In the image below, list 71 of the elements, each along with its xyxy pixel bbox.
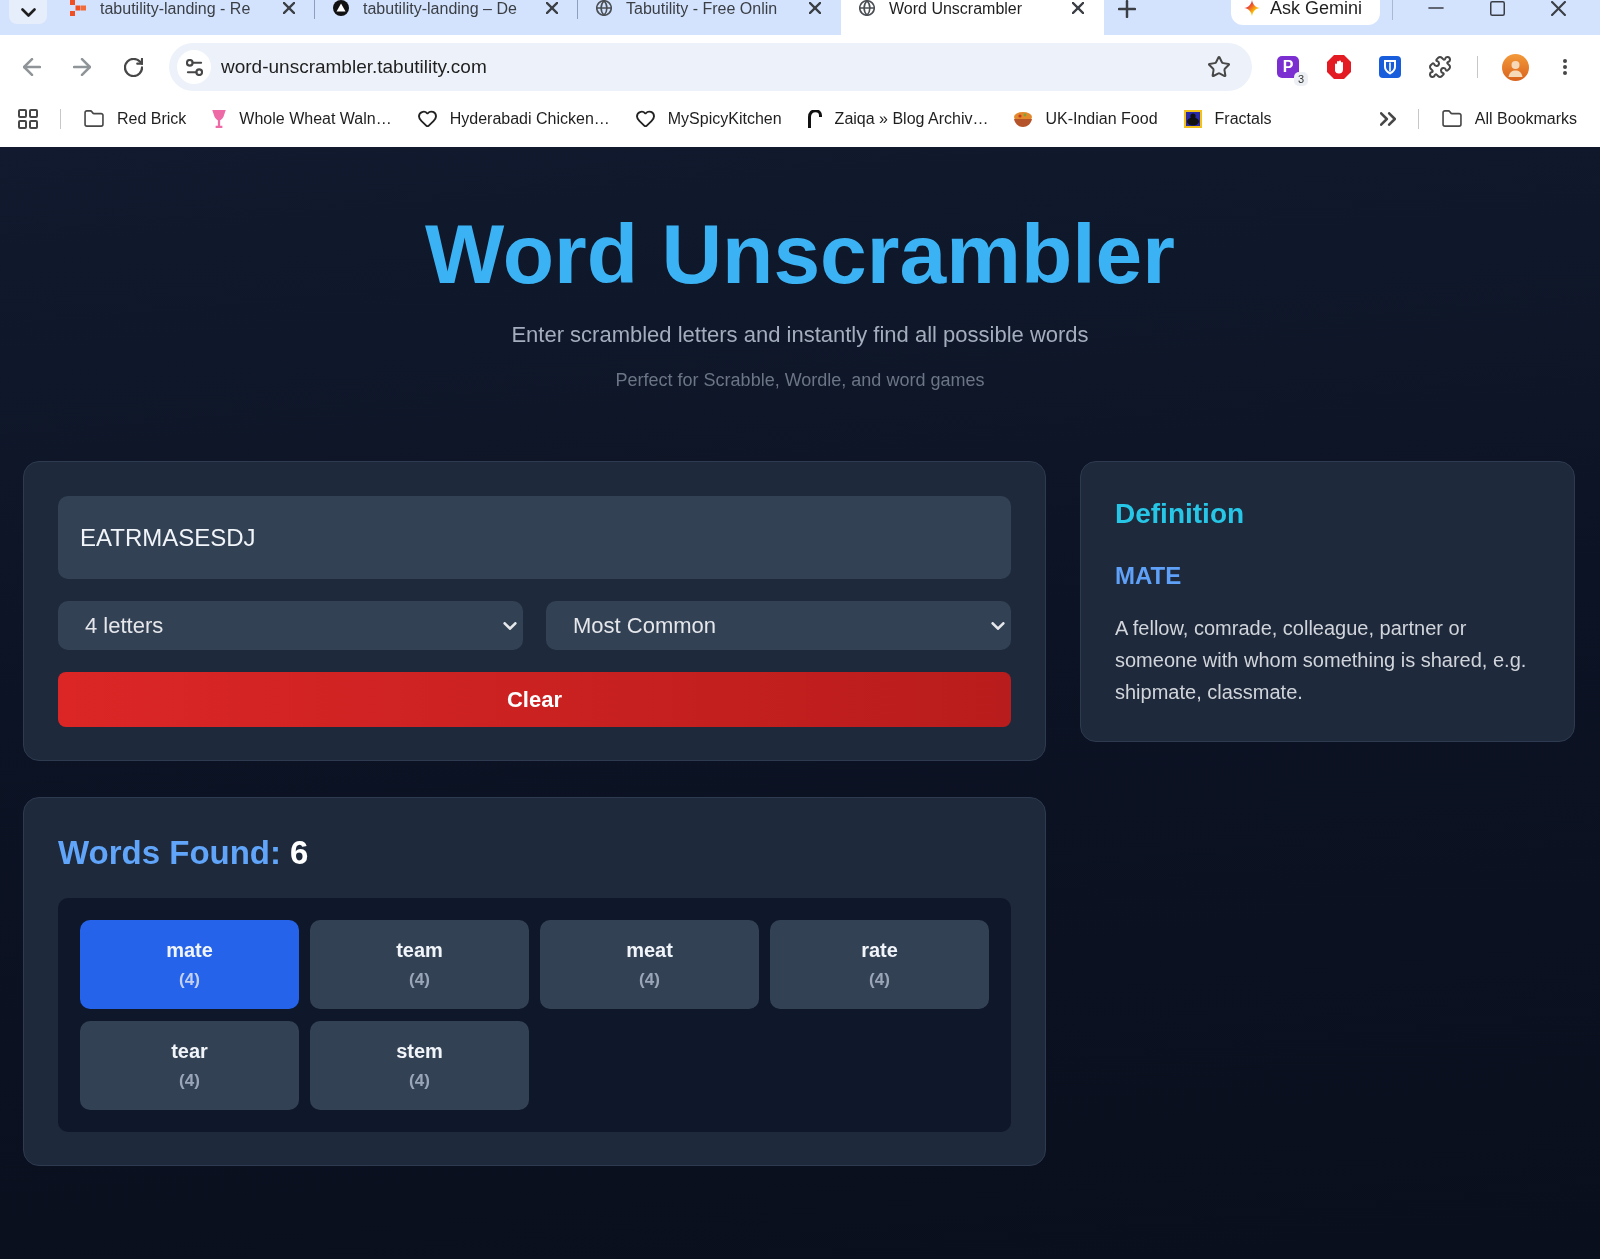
star-icon[interactable]: [1208, 56, 1230, 78]
avatar-icon[interactable]: [1502, 53, 1529, 81]
globe-icon: [596, 0, 612, 16]
bookmark-link[interactable]: Red Brick: [84, 109, 187, 128]
browser-tab[interactable]: tabutility-landing – De: [315, 0, 578, 35]
page-title: Word Unscrambler: [424, 206, 1176, 302]
sparkle-icon: [1244, 0, 1260, 16]
puzzle-icon[interactable]: [1429, 56, 1451, 78]
word-tile[interactable]: meat (4): [540, 920, 759, 1009]
results-count: 6: [290, 834, 309, 872]
bookmark-link[interactable]: MySpicyKitchen: [635, 109, 782, 128]
maximize-icon[interactable]: [1490, 1, 1506, 16]
tab-search-button[interactable]: [9, 0, 47, 24]
chevrons-right-icon[interactable]: [1379, 111, 1396, 126]
close-icon[interactable]: [283, 2, 295, 14]
fractal-icon: [1183, 109, 1202, 128]
sort-select[interactable]: Most Common: [546, 601, 1011, 650]
site-info-button[interactable]: [177, 50, 211, 84]
word-tile[interactable]: tear (4): [80, 1021, 299, 1110]
bookmark-link[interactable]: Hyderabadi Chicken…: [417, 109, 610, 128]
word-tile[interactable]: stem (4): [310, 1021, 529, 1110]
bookmark-link[interactable]: Zaiqa » Blog Archiv…: [807, 109, 989, 128]
address-field[interactable]: word-unscrambler.tabutility.com: [169, 43, 1252, 91]
subtitle: Enter scrambled letters and instantly find all possible words: [510, 321, 1090, 349]
browser-tab[interactable]: Tabutility - Free Onlin: [578, 0, 841, 35]
goblet-icon: [212, 109, 227, 128]
close-icon[interactable]: [546, 2, 558, 14]
folder-icon: [84, 110, 104, 127]
browser-tab[interactable]: Word Unscrambler: [841, 0, 1104, 35]
count-badge: 3: [1294, 72, 1308, 86]
more-icon[interactable]: [1563, 59, 1567, 75]
bowl-icon: [1014, 110, 1033, 127]
stop-hand-icon[interactable]: [1327, 55, 1351, 79]
heart-icon: [635, 110, 655, 127]
chevron-down-icon: [20, 7, 36, 17]
word-tile[interactable]: mate (4): [80, 920, 299, 1009]
close-icon[interactable]: [1551, 1, 1567, 16]
hook-icon: [807, 109, 822, 128]
folder-icon: [1441, 110, 1462, 127]
browser-tab[interactable]: tabutility-landing - Re: [52, 0, 315, 35]
minimize-icon[interactable]: [1428, 7, 1445, 9]
chevron-down-icon: [503, 621, 517, 630]
length-select[interactable]: 4 letters: [58, 601, 523, 650]
definition-text: A fellow, comrade, colleague, partner or someone with whom something is shared, e.g. shipmate, classmate.: [1115, 616, 1528, 705]
apps-grid-icon[interactable]: [18, 108, 38, 129]
results-label: Words Found:: [58, 834, 281, 872]
word-tile[interactable]: rate (4): [770, 920, 989, 1009]
globe-icon: [859, 0, 875, 16]
extension-button[interactable]: P: [1277, 56, 1299, 78]
heart-icon: [417, 110, 437, 127]
word-tile[interactable]: team (4): [310, 920, 529, 1009]
bookmark-link[interactable]: Fractals: [1183, 109, 1272, 128]
letters-input-field[interactable]: EATRMASESDJ: [58, 496, 1011, 579]
definition-word: MATE: [1115, 562, 1183, 590]
back-icon[interactable]: [23, 58, 41, 76]
all-bookmarks-link[interactable]: All Bookmarks: [1441, 109, 1577, 128]
blocks-icon: [70, 0, 86, 16]
reload-icon[interactable]: [124, 57, 143, 77]
bookmark-link[interactable]: Whole Wheat Waln…: [212, 109, 392, 128]
ask-gemini-button[interactable]: Ask Gemini: [1231, 0, 1381, 25]
bookmark-link[interactable]: UK-Indian Food: [1014, 109, 1158, 128]
shield-icon[interactable]: [1379, 56, 1401, 78]
close-icon[interactable]: [809, 2, 821, 14]
definition-heading: Definition: [1115, 497, 1246, 531]
plus-icon[interactable]: [1118, 0, 1136, 18]
clear-button[interactable]: Clear: [58, 672, 1011, 727]
chevron-down-icon: [991, 621, 1005, 630]
forward-icon[interactable]: [73, 58, 91, 76]
close-icon[interactable]: [1072, 2, 1084, 14]
tune-icon: [185, 58, 203, 76]
tagline: Perfect for Scrabble, Wordle, and word games: [614, 369, 986, 391]
